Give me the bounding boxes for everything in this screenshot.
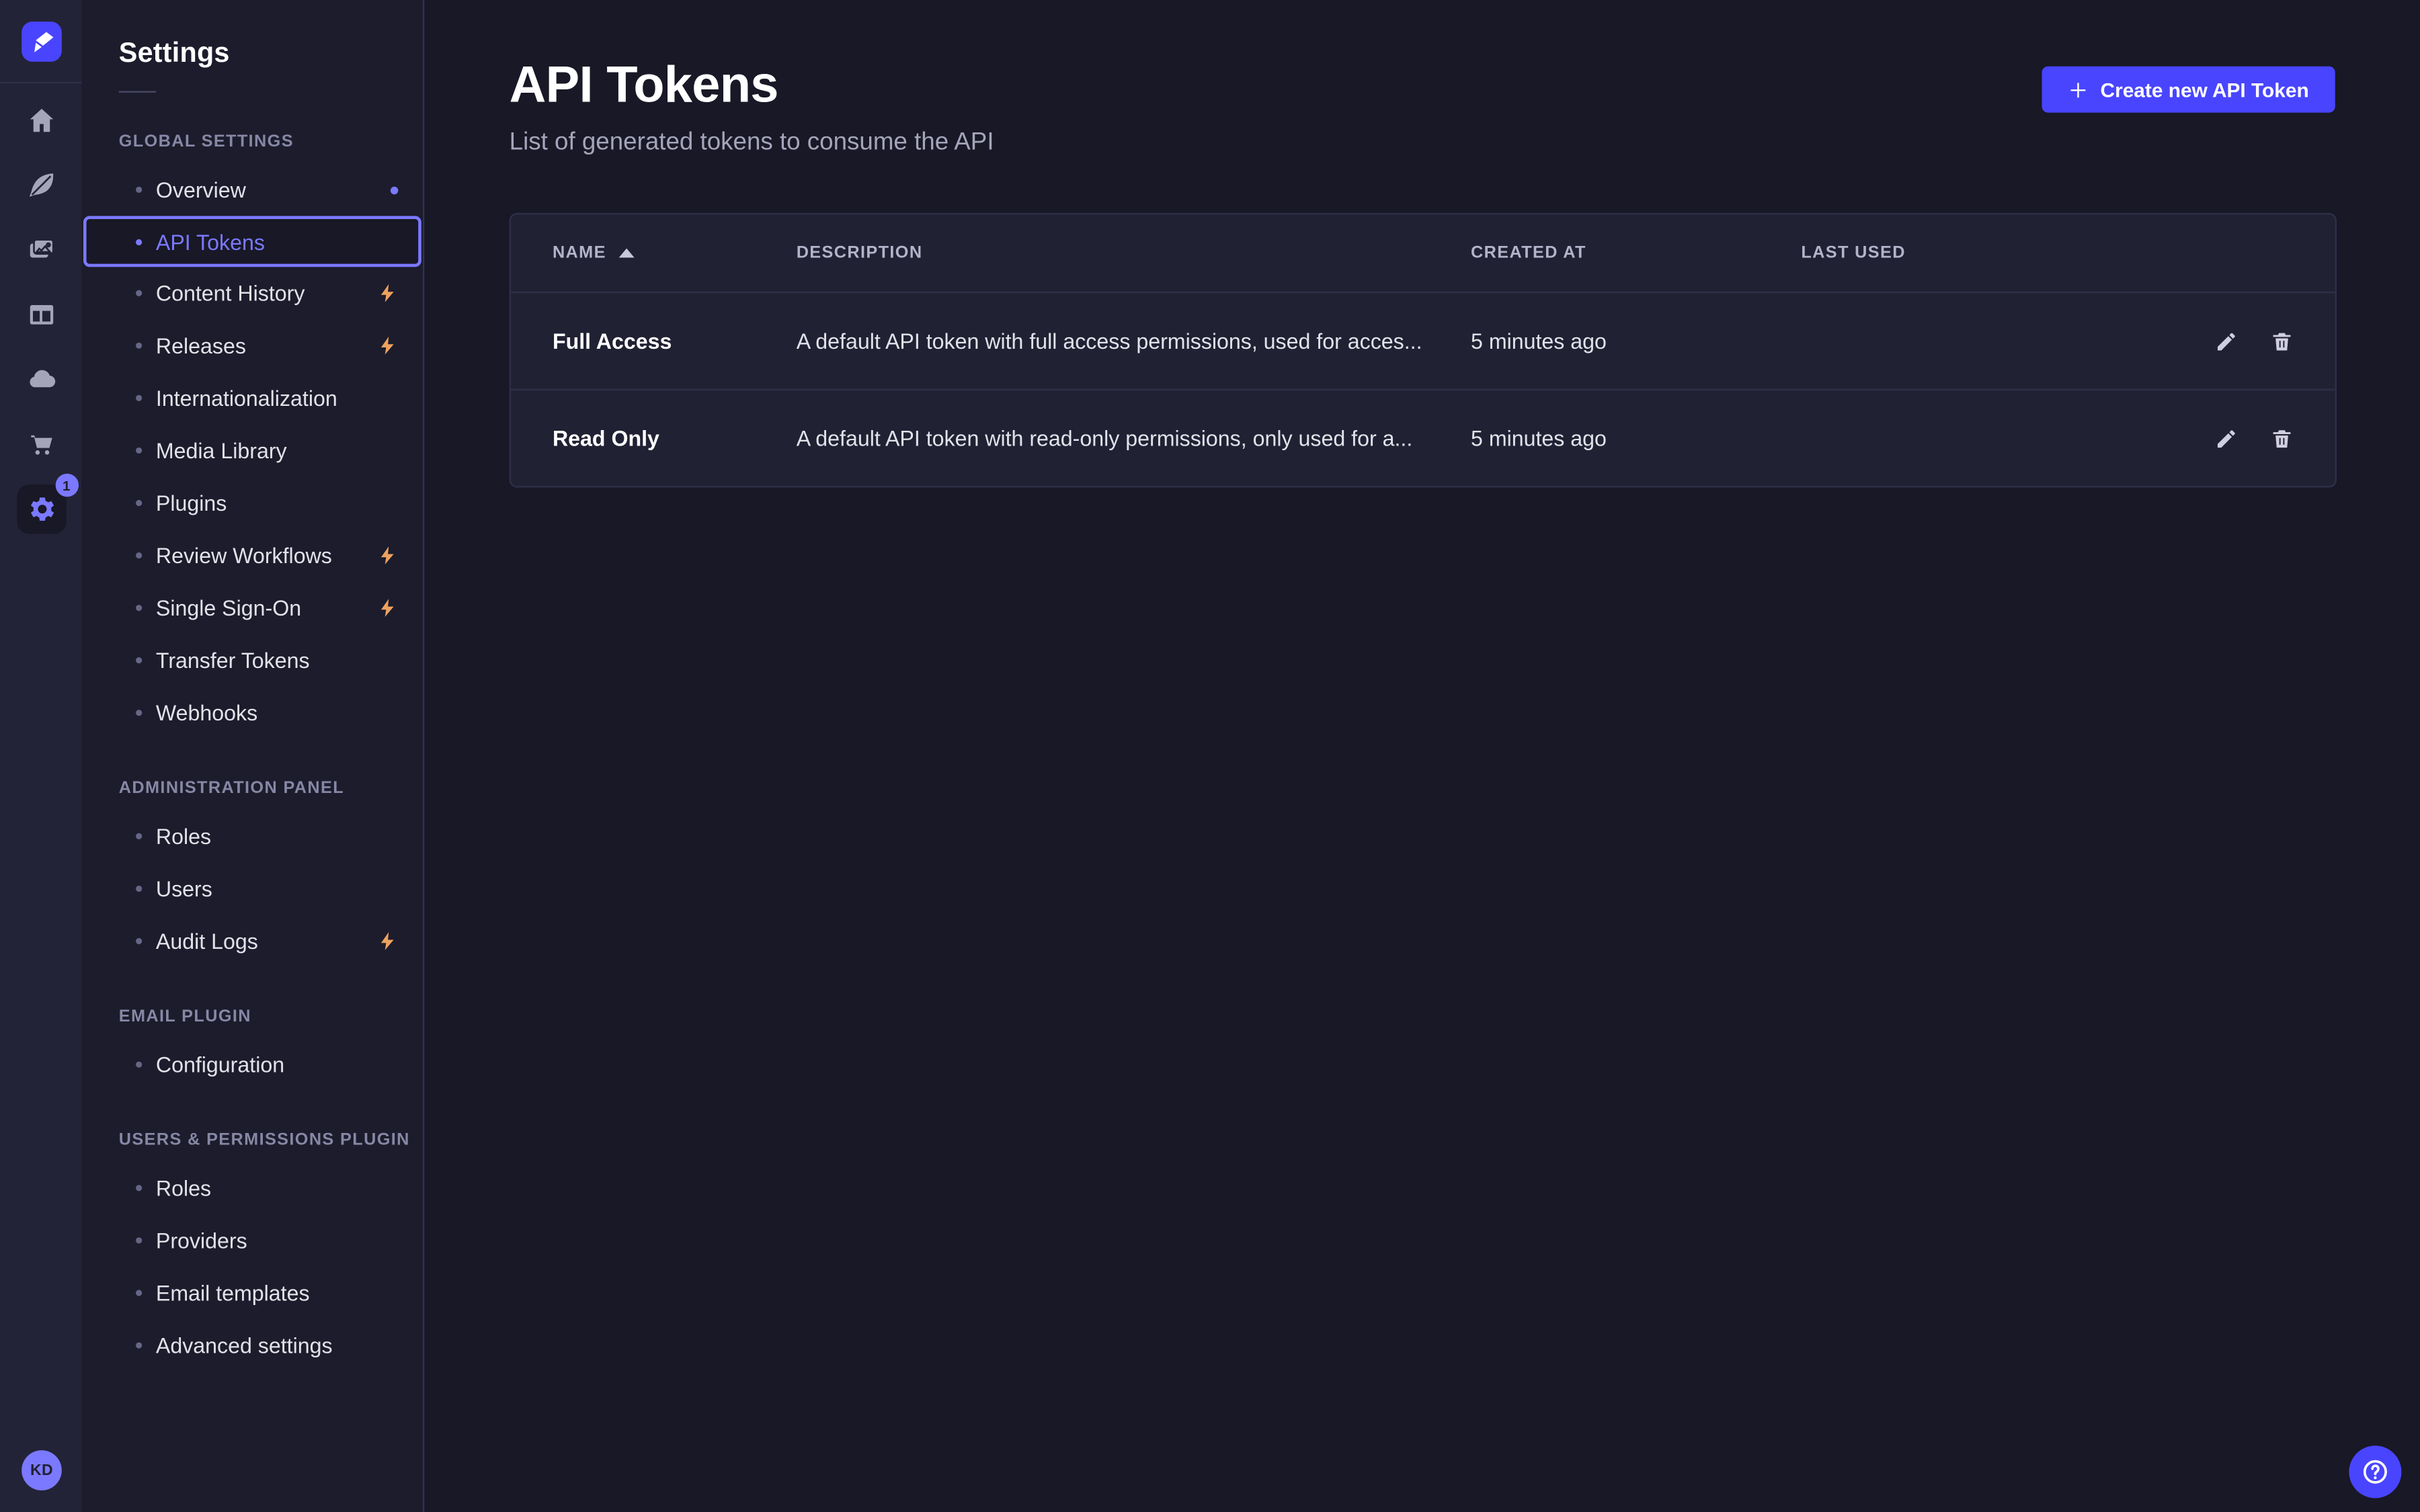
bullet-icon <box>136 187 142 193</box>
lightning-bolt-icon <box>376 333 398 358</box>
delete-trash-icon[interactable] <box>2269 426 2294 451</box>
column-header-description[interactable]: DESCRIPTION <box>797 244 1471 263</box>
sidebar-title: Settings <box>82 0 423 69</box>
bullet-icon <box>136 1237 142 1243</box>
row-actions <box>2152 329 2294 353</box>
token-description: A default API token with full access per… <box>797 329 1471 353</box>
sidebar-item-single-sign-on[interactable]: Single Sign-On <box>82 582 423 634</box>
sidebar-item-overview[interactable]: Overview <box>82 163 423 216</box>
token-created-at: 5 minutes ago <box>1471 426 1801 451</box>
lightning-bolt-icon <box>376 595 398 620</box>
table-row-full-access[interactable]: Full Access A default API token with ful… <box>511 293 2335 388</box>
sort-asc-icon <box>618 249 634 258</box>
lightning-bolt-icon <box>376 543 398 568</box>
sidebar-item-plugins[interactable]: Plugins <box>82 476 423 529</box>
page-subtitle: List of generated tokens to consume the … <box>510 130 2337 157</box>
delete-trash-icon[interactable] <box>2269 329 2294 353</box>
marketplace-cart-icon[interactable] <box>26 429 56 460</box>
sidebar-item-admin-roles[interactable]: Roles <box>82 810 423 862</box>
bullet-icon <box>136 343 142 349</box>
bullet-icon <box>136 1185 142 1191</box>
sidebar-item-internationalization[interactable]: Internationalization <box>82 372 423 424</box>
media-library-icon[interactable] <box>26 235 56 265</box>
bullet-icon <box>136 290 142 296</box>
sidebar-item-review-workflows[interactable]: Review Workflows <box>82 530 423 582</box>
bullet-icon <box>136 1290 142 1296</box>
sidebar-item-up-roles[interactable]: Roles <box>82 1162 423 1214</box>
settings-badge: 1 <box>55 474 78 497</box>
create-api-token-button[interactable]: Create new API Token <box>2042 67 2335 113</box>
bullet-icon <box>136 500 142 506</box>
sidebar-item-webhooks[interactable]: Webhooks <box>82 687 423 739</box>
bullet-icon <box>136 1062 142 1068</box>
section-label: USERS & PERMISSIONS PLUGIN <box>82 1131 423 1152</box>
column-header-last-used[interactable]: LAST USED <box>1801 244 2151 263</box>
sidebar-item-media-library[interactable]: Media Library <box>82 424 423 476</box>
help-button[interactable] <box>2349 1445 2401 1498</box>
section-label: GLOBAL SETTINGS <box>82 132 423 154</box>
sidebar-item-configuration[interactable]: Configuration <box>82 1038 423 1091</box>
sidebar-item-audit-logs[interactable]: Audit Logs <box>82 915 423 967</box>
bullet-icon <box>136 1342 142 1348</box>
bullet-icon <box>136 605 142 611</box>
lightning-bolt-icon <box>376 929 398 954</box>
token-description: A default API token with read-only permi… <box>797 426 1471 451</box>
bullet-icon <box>136 395 142 401</box>
sidebar-item-transfer-tokens[interactable]: Transfer Tokens <box>82 634 423 687</box>
bullet-icon <box>136 552 142 558</box>
notification-dot-icon <box>391 186 398 194</box>
question-icon <box>2360 1456 2390 1487</box>
sidebar-item-releases[interactable]: Releases <box>82 319 423 372</box>
plus-icon <box>2068 79 2088 99</box>
page-header: API Tokens List of generated tokens to c… <box>510 56 2337 158</box>
user-avatar[interactable]: KD <box>22 1450 62 1490</box>
bullet-icon <box>136 833 142 839</box>
sidebar-item-advanced-settings[interactable]: Advanced settings <box>82 1319 423 1372</box>
token-name: Full Access <box>553 329 797 353</box>
edit-pencil-icon[interactable] <box>2213 426 2238 451</box>
feather-icon[interactable] <box>26 170 56 201</box>
api-tokens-table: NAME DESCRIPTION CREATED AT LAST USED Fu… <box>510 213 2337 488</box>
table-row-read-only[interactable]: Read Only A default API token with read-… <box>511 389 2335 487</box>
logo-cell <box>0 0 82 83</box>
section-users-permissions-plugin: USERS & PERMISSIONS PLUGIN Roles Provide… <box>82 1131 423 1372</box>
settings-sub-nav: Settings GLOBAL SETTINGS Overview API To… <box>82 0 425 1512</box>
sidebar-item-api-tokens[interactable]: API Tokens <box>83 216 421 267</box>
sidebar-item-email-templates[interactable]: Email templates <box>82 1267 423 1319</box>
table-header-row: NAME DESCRIPTION CREATED AT LAST USED <box>511 214 2335 293</box>
bullet-icon <box>136 886 142 892</box>
sidebar-item-users[interactable]: Users <box>82 862 423 915</box>
lightning-bolt-icon <box>376 281 398 306</box>
main-content: API Tokens List of generated tokens to c… <box>426 0 2420 1512</box>
row-actions <box>2152 426 2294 451</box>
main-nav-rail: 1 KD <box>0 0 82 1512</box>
section-global-settings: GLOBAL SETTINGS Overview API Tokens Cont… <box>82 132 423 739</box>
sidebar-item-providers[interactable]: Providers <box>82 1214 423 1267</box>
section-label: ADMINISTRATION PANEL <box>82 779 423 800</box>
settings-gear-icon[interactable]: 1 <box>16 485 65 534</box>
bullet-icon <box>136 938 142 944</box>
section-email-plugin: EMAIL PLUGIN Configuration <box>82 1007 423 1091</box>
column-header-created-at[interactable]: CREATED AT <box>1471 244 1801 263</box>
strapi-logo-icon[interactable] <box>21 21 61 61</box>
token-name: Read Only <box>553 426 797 451</box>
strapi-settings-page: 1 KD Settings GLOBAL SETTINGS Overview A… <box>0 0 2420 1512</box>
sidebar-item-content-history[interactable]: Content History <box>82 267 423 319</box>
rail-icon-list: 1 <box>0 83 82 525</box>
token-created-at: 5 minutes ago <box>1471 329 1801 353</box>
bullet-icon <box>136 657 142 663</box>
section-administration-panel: ADMINISTRATION PANEL Roles Users Audit L… <box>82 779 423 967</box>
cloud-icon[interactable] <box>26 364 56 395</box>
home-icon[interactable] <box>26 105 56 136</box>
column-header-name[interactable]: NAME <box>553 244 797 263</box>
edit-pencil-icon[interactable] <box>2213 329 2238 353</box>
bullet-icon <box>136 710 142 716</box>
bullet-icon <box>136 448 142 454</box>
section-label: EMAIL PLUGIN <box>82 1007 423 1029</box>
sidebar-divider <box>119 91 156 92</box>
bullet-icon <box>136 239 142 245</box>
content-type-builder-icon[interactable] <box>26 299 56 330</box>
